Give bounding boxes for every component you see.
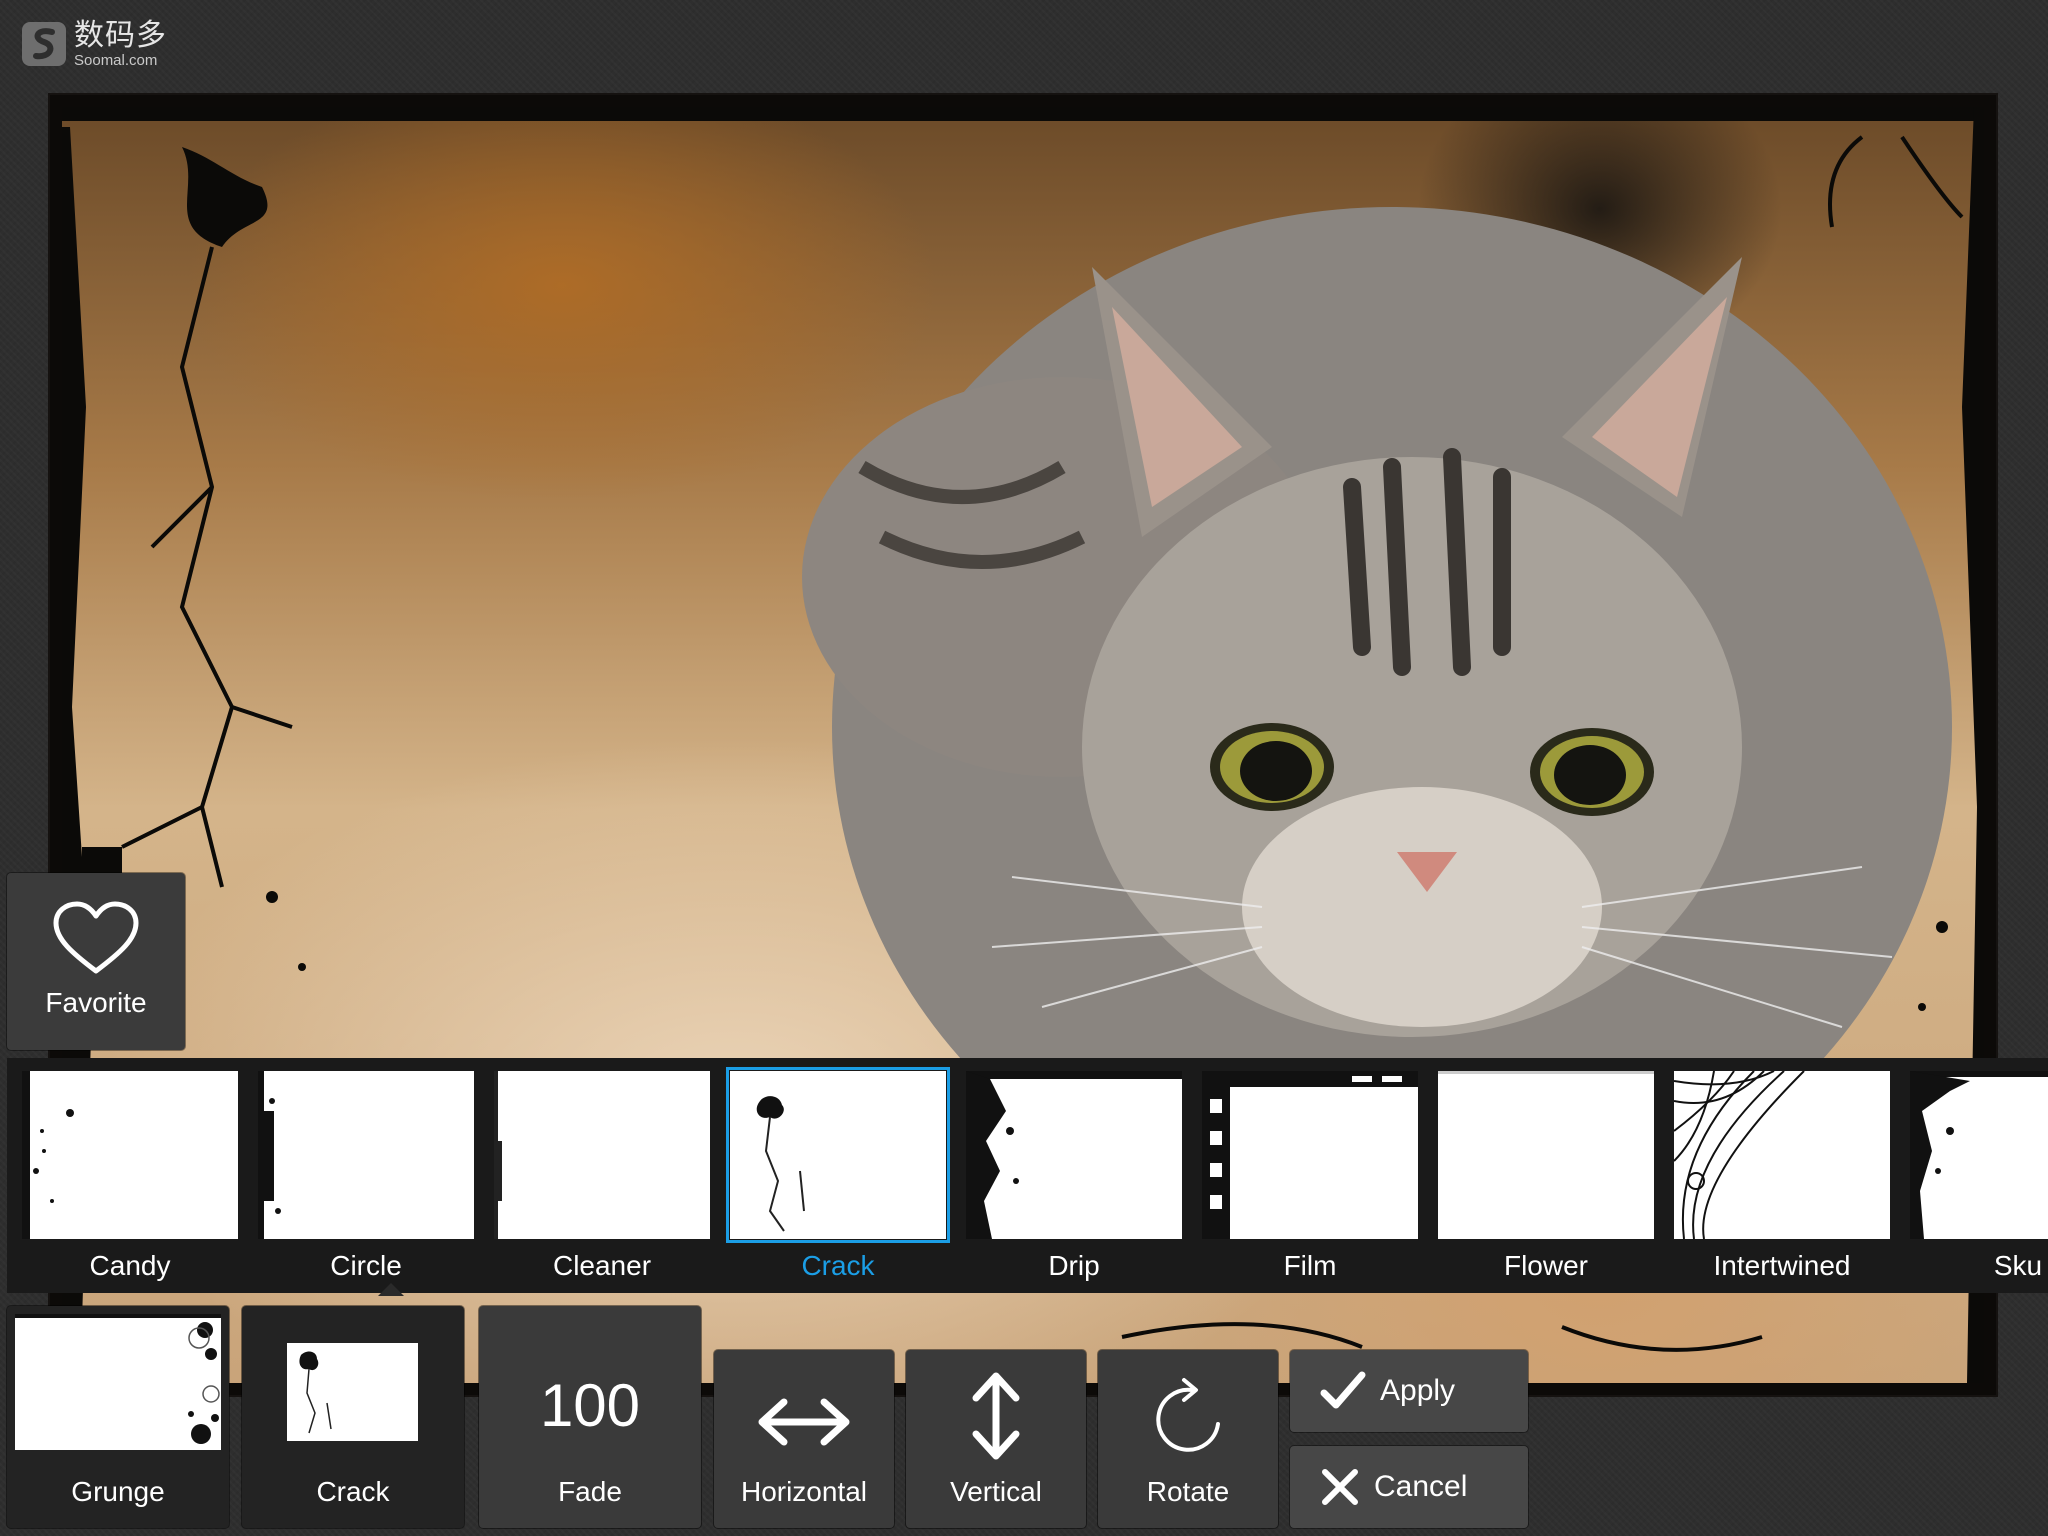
- frame-strip[interactable]: Candy Circle Cleaner Crack Drip Film Flo…: [7, 1058, 2048, 1293]
- flip-vertical-button[interactable]: Vertical: [906, 1350, 1086, 1528]
- frame-label: Flower: [1503, 1250, 1588, 1281]
- frame-preview: [258, 1071, 474, 1239]
- fade-value: 100: [539, 1372, 641, 1439]
- apply-button[interactable]: Apply: [1290, 1350, 1528, 1432]
- frame-thumb-flower[interactable]: Flower: [1435, 1068, 1657, 1281]
- rotate-button[interactable]: Rotate: [1098, 1350, 1278, 1528]
- selection-pointer: [378, 1283, 404, 1296]
- frame-label: Drip: [1048, 1250, 1100, 1281]
- vertical-arrows-icon: [972, 1372, 1020, 1460]
- checkmark-icon: [1320, 1371, 1366, 1409]
- frame-thumb-sku[interactable]: Sku: [1907, 1068, 2048, 1281]
- category-grunge-button[interactable]: Grunge: [7, 1306, 229, 1528]
- frame-label: Cleaner: [552, 1250, 652, 1281]
- frame-preview: [1202, 1071, 1418, 1239]
- crack-preview: [287, 1343, 418, 1441]
- frame-preview: [22, 1071, 238, 1239]
- watermark-cn: 数码多: [74, 17, 167, 53]
- close-icon: [1322, 1469, 1358, 1505]
- grunge-preview: [15, 1314, 221, 1450]
- horizontal-label: Horizontal: [740, 1476, 868, 1507]
- frame-label: Circle: [330, 1250, 402, 1281]
- cancel-button[interactable]: Cancel: [1290, 1446, 1528, 1528]
- watermark: 数码多 Soomal.com: [20, 20, 167, 68]
- frame-thumb-circle[interactable]: Circle: [255, 1068, 477, 1281]
- frame-preview: [1674, 1071, 1890, 1239]
- frame-preview: [494, 1071, 710, 1239]
- frame-label: Candy: [89, 1250, 171, 1281]
- rotate-clockwise-icon: [1156, 1378, 1220, 1452]
- frame-preview: [1910, 1071, 2048, 1239]
- cancel-label: Cancel: [1374, 1470, 1468, 1503]
- horizontal-arrows-icon: [758, 1398, 850, 1446]
- frame-preview: [726, 1067, 950, 1243]
- favorite-label: Favorite: [45, 987, 147, 1018]
- apply-label: Apply: [1380, 1374, 1456, 1407]
- frame-thumb-cleaner[interactable]: Cleaner: [491, 1068, 713, 1281]
- flip-horizontal-button[interactable]: Horizontal: [714, 1350, 894, 1528]
- favorite-button[interactable]: Favorite: [7, 873, 185, 1050]
- category-label: Grunge: [71, 1476, 165, 1507]
- current-frame-label: Crack: [316, 1476, 390, 1507]
- frame-label: Film: [1283, 1250, 1337, 1281]
- watermark-en: Soomal.com: [74, 51, 158, 69]
- frame-preview: [1438, 1071, 1654, 1239]
- frame-thumb-crack[interactable]: Crack: [726, 1067, 950, 1281]
- frame-preview: [966, 1071, 1182, 1239]
- frame-thumb-film[interactable]: Film: [1199, 1068, 1421, 1281]
- fade-control[interactable]: 100 Fade: [479, 1306, 701, 1528]
- heart-icon: [53, 901, 139, 974]
- rotate-label: Rotate: [1146, 1476, 1230, 1507]
- current-frame-button[interactable]: Crack: [242, 1306, 464, 1528]
- frame-label: Sku: [1993, 1250, 2043, 1281]
- fade-label: Fade: [558, 1476, 622, 1507]
- frame-thumb-candy[interactable]: Candy: [19, 1068, 241, 1281]
- soomal-logo-icon: [22, 22, 66, 66]
- frame-label: Intertwined: [1713, 1250, 1851, 1281]
- vertical-label: Vertical: [950, 1476, 1042, 1507]
- frame-label: Crack: [801, 1250, 875, 1281]
- frame-thumb-intertwined[interactable]: Intertwined: [1671, 1068, 1893, 1281]
- frame-thumb-drip[interactable]: Drip: [963, 1068, 1185, 1281]
